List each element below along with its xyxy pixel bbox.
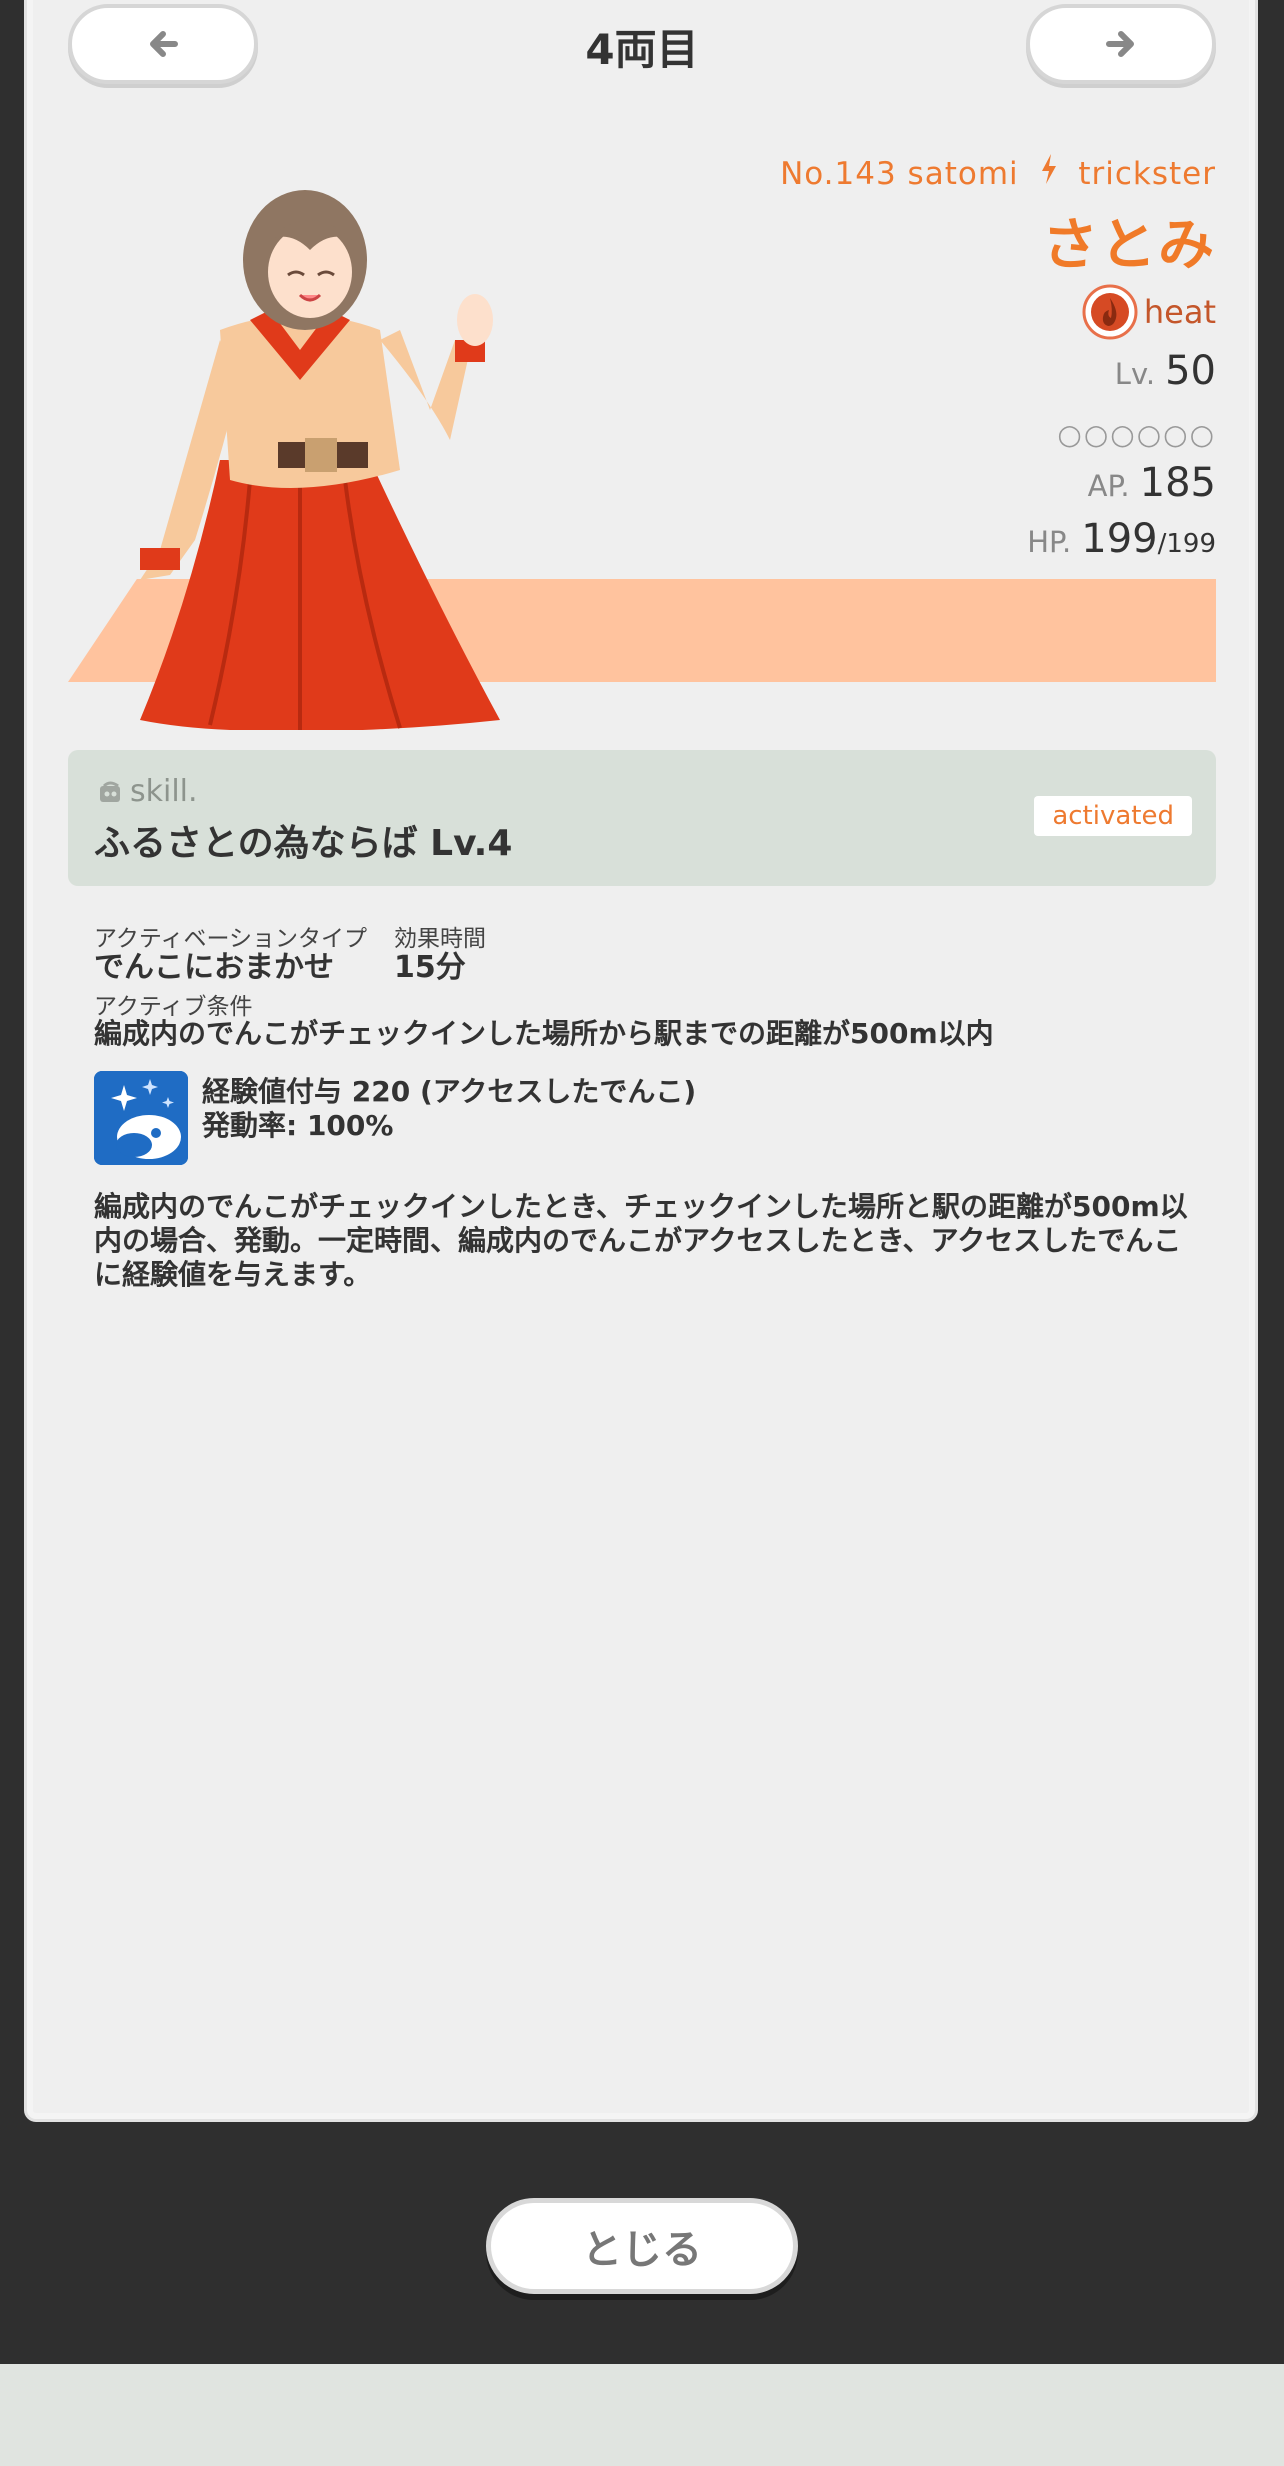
- skill-label-row: skill.: [98, 774, 198, 809]
- status-badge: activated: [1034, 796, 1192, 836]
- skill-icon: [100, 781, 120, 802]
- ap-row: AP. 185: [1088, 460, 1216, 506]
- link-slots: ○○○○○○: [1057, 418, 1216, 451]
- character-id-line: No.143 satomi trickster: [780, 154, 1216, 192]
- sparkle-planet-icon: [94, 1071, 188, 1165]
- flame-icon: [1082, 284, 1138, 340]
- ap-label: AP.: [1087, 469, 1130, 503]
- skill-label: skill.: [130, 774, 198, 809]
- next-car-button[interactable]: [1026, 4, 1216, 84]
- skill-description: 編成内のでんこがチェックインしたとき、チェックインした場所と駅の距離が500m以…: [94, 1190, 1188, 1291]
- arrow-right-icon: [1106, 31, 1134, 57]
- character-name: さとみ: [1042, 213, 1216, 278]
- level-row: Lv. 50: [1115, 348, 1216, 394]
- hp-label: HP.: [1027, 525, 1072, 559]
- hp-max: /199: [1157, 529, 1216, 559]
- duration-value: 15分: [394, 950, 466, 985]
- character-type: trickster: [1078, 156, 1216, 192]
- activation-type-value: でんこにおまかせ: [94, 950, 334, 985]
- hp-value: 199: [1081, 516, 1158, 562]
- skill-name: ふるさとの為ならば Lv.4: [94, 823, 513, 864]
- effect-trigger-rate: 発動率: 100%: [202, 1109, 394, 1142]
- ap-value: 185: [1139, 460, 1216, 506]
- level-value: 50: [1165, 348, 1216, 394]
- bottom-bar: [0, 2364, 1284, 2466]
- level-label: Lv.: [1114, 357, 1156, 391]
- hp-row: HP. 199/199: [1027, 516, 1216, 562]
- bolt-icon: [1040, 154, 1058, 192]
- skill-header: skill. ふるさとの為ならば Lv.4 activated: [68, 750, 1216, 886]
- condition-value: 編成内のでんこがチェックインした場所から駅までの距離が500m以内: [94, 1017, 994, 1050]
- character-illustration: [140, 190, 500, 730]
- element-name: heat: [1143, 293, 1216, 331]
- close-button[interactable]: とじる: [486, 2198, 798, 2294]
- element-row: heat: [1082, 284, 1216, 340]
- character-number: No.143 satomi: [780, 156, 1019, 192]
